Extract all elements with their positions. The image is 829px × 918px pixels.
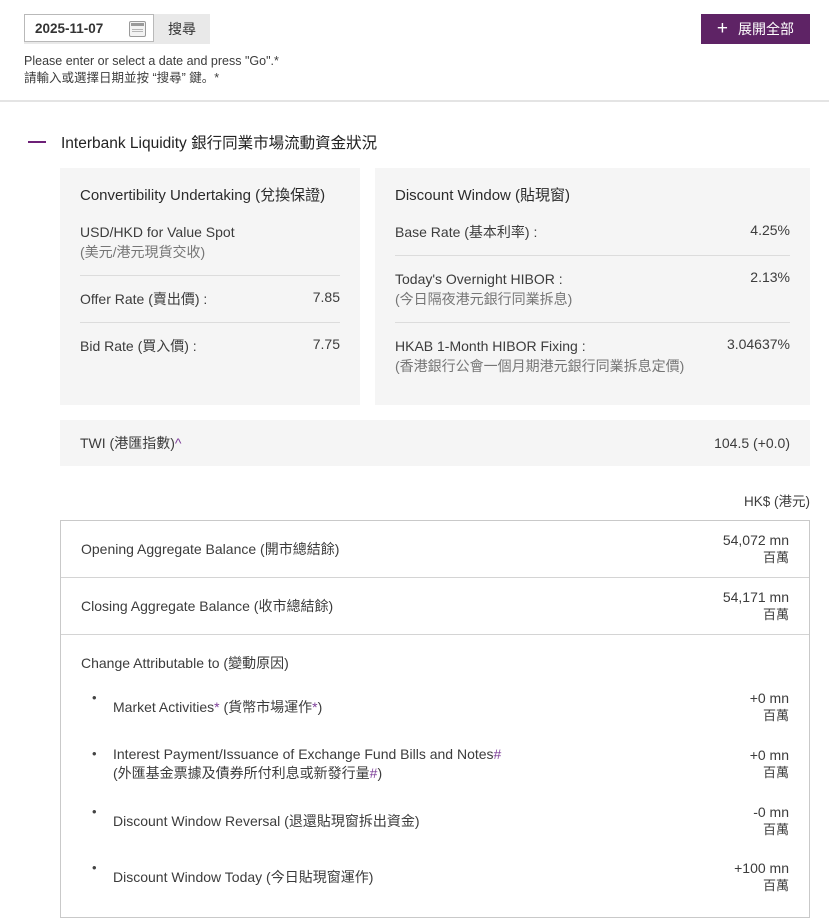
change-attributable-header: Change Attributable to (變動原因): [61, 643, 809, 679]
currency-unit-note: HK$ (港元): [60, 490, 810, 510]
discount-window-today-text: Discount Window Today (今日貼現窗運作): [113, 869, 373, 885]
twi-label: TWI (港匯指數)^: [80, 433, 181, 453]
market-activities-zh: (貨幣市場運作: [220, 699, 313, 715]
footnote-hash-link[interactable]: #: [494, 746, 502, 762]
twi-label-text: TWI (港匯指數): [80, 435, 175, 451]
market-activities-label: Market Activities* (貨幣市場運作*): [104, 698, 736, 717]
hkab-hibor-label-en: HKAB 1-Month HIBOR Fixing :: [395, 338, 586, 354]
bullet-icon: •: [92, 859, 104, 875]
closing-balance-row: Closing Aggregate Balance (收市總結餘) 54,171…: [61, 578, 809, 635]
hkab-hibor-row: HKAB 1-Month HIBOR Fixing : (香港銀行公會一個月期港…: [395, 322, 790, 389]
discount-window-panel: Discount Window (貼現窗) Base Rate (基本利率) :…: [375, 168, 810, 405]
bid-rate-label: Bid Rate (買入價) :: [80, 336, 197, 356]
section-title: Interbank Liquidity 銀行同業市場流動資金狀況: [61, 131, 377, 153]
date-hint-en: Please enter or select a date and press …: [24, 53, 805, 70]
interest-payment-text: Interest Payment/Issuance of Exchange Fu…: [113, 746, 494, 762]
twi-footnote-link[interactable]: ^: [175, 435, 182, 451]
cu-panel-subtitle: USD/HKD for Value Spot (美元/港元現貨交收): [80, 222, 340, 262]
market-activities-unit: 百萬: [750, 707, 789, 725]
bullet-icon: •: [92, 803, 104, 819]
page-divider: [0, 100, 829, 102]
cu-subtitle-en: USD/HKD for Value Spot: [80, 222, 340, 242]
overnight-hibor-label-zh: (今日隔夜港元銀行同業拆息): [395, 291, 572, 307]
closing-balance-unit: 百萬: [723, 606, 789, 624]
discount-window-reversal-row: • Discount Window Reversal (退還貼現窗拆出資金) -…: [61, 793, 809, 849]
interest-payment-row: • Interest Payment/Issuance of Exchange …: [61, 735, 809, 793]
twi-row: TWI (港匯指數)^ 104.5 (+0.0): [60, 420, 810, 466]
interest-payment-zh: (外匯基金票據及債券所付利息或新發行量: [113, 765, 370, 781]
base-rate-label: Base Rate (基本利率) :: [395, 222, 537, 242]
opening-balance-unit: 百萬: [723, 549, 789, 567]
interbank-liquidity-content: Convertibility Undertaking (兌換保證) USD/HK…: [60, 168, 810, 918]
dw-panel-title: Discount Window (貼現窗): [395, 184, 790, 205]
discount-window-today-unit: 百萬: [734, 877, 789, 895]
discount-window-today-row: • Discount Window Today (今日貼現窗運作) +100 m…: [61, 849, 809, 905]
bid-rate-row: Bid Rate (買入價) : 7.75: [80, 322, 340, 369]
opening-balance-row: Opening Aggregate Balance (開市總結餘) 54,072…: [61, 521, 809, 578]
overnight-hibor-row: Today's Overnight HIBOR : (今日隔夜港元銀行同業拆息)…: [395, 255, 790, 322]
interest-payment-value: +0 mn: [750, 746, 789, 764]
date-input[interactable]: [25, 21, 131, 36]
cu-subtitle-zh: (美元/港元現貨交收): [80, 242, 340, 262]
topbar: 搜尋 + 展開全部: [0, 0, 829, 44]
overnight-hibor-label-en: Today's Overnight HIBOR :: [395, 271, 563, 287]
offer-rate-label: Offer Rate (賣出價) :: [80, 289, 207, 309]
aggregate-balance-table: Opening Aggregate Balance (開市總結餘) 54,072…: [60, 520, 810, 918]
collapse-dash-icon[interactable]: [28, 141, 46, 143]
calendar-icon[interactable]: [129, 21, 146, 37]
expand-all-button[interactable]: + 展開全部: [701, 14, 810, 44]
market-activities-text: Market Activities: [113, 699, 214, 715]
market-activities-value: +0 mn: [750, 689, 789, 707]
convertibility-undertaking-panel: Convertibility Undertaking (兌換保證) USD/HK…: [60, 168, 360, 405]
plus-icon: +: [717, 19, 728, 38]
market-activities-row: • Market Activities* (貨幣市場運作*) +0 mn 百萬: [61, 679, 809, 735]
opening-balance-label: Opening Aggregate Balance (開市總結餘): [81, 539, 339, 559]
change-attributable-section: Change Attributable to (變動原因) • Market A…: [61, 635, 809, 917]
offer-rate-value: 7.85: [301, 289, 340, 305]
date-hint: Please enter or select a date and press …: [0, 44, 829, 87]
rate-panels: Convertibility Undertaking (兌換保證) USD/HK…: [60, 168, 810, 405]
offer-rate-row: Offer Rate (賣出價) : 7.85: [80, 275, 340, 322]
discount-window-reversal-value: -0 mn: [753, 803, 789, 821]
discount-window-today-value: +100 mn: [734, 859, 789, 877]
discount-window-reversal-unit: 百萬: [753, 821, 789, 839]
opening-balance-value: 54,072 mn: [723, 531, 789, 549]
base-rate-row: Base Rate (基本利率) : 4.25%: [395, 222, 790, 255]
bid-rate-value: 7.75: [301, 336, 340, 352]
bullet-icon: •: [92, 745, 104, 761]
cu-panel-title: Convertibility Undertaking (兌換保證): [80, 184, 340, 205]
hkab-hibor-label-zh: (香港銀行公會一個月期港元銀行同業拆息定價): [395, 358, 684, 374]
date-field[interactable]: [24, 14, 154, 42]
interest-payment-close: ): [377, 765, 382, 781]
interest-payment-label: Interest Payment/Issuance of Exchange Fu…: [104, 745, 736, 783]
date-search-group: 搜尋: [24, 14, 210, 44]
section-header[interactable]: Interbank Liquidity 銀行同業市場流動資金狀況: [28, 131, 829, 153]
market-activities-close: ): [318, 699, 323, 715]
discount-window-reversal-label: Discount Window Reversal (退還貼現窗拆出資金): [104, 812, 739, 831]
date-hint-zh: 請輸入或選擇日期並按 “搜尋” 鍵。*: [24, 70, 805, 87]
expand-all-label: 展開全部: [738, 19, 794, 39]
interest-payment-unit: 百萬: [750, 764, 789, 782]
discount-window-today-label: Discount Window Today (今日貼現窗運作): [104, 868, 720, 887]
overnight-hibor-value: 2.13%: [738, 269, 790, 285]
closing-balance-label: Closing Aggregate Balance (收市總結餘): [81, 596, 333, 616]
search-button[interactable]: 搜尋: [154, 14, 210, 44]
closing-balance-value: 54,171 mn: [723, 588, 789, 606]
twi-value: 104.5 (+0.0): [714, 435, 790, 451]
base-rate-value: 4.25%: [738, 222, 790, 238]
bullet-icon: •: [92, 689, 104, 705]
hkab-hibor-value: 3.04637%: [715, 336, 790, 352]
